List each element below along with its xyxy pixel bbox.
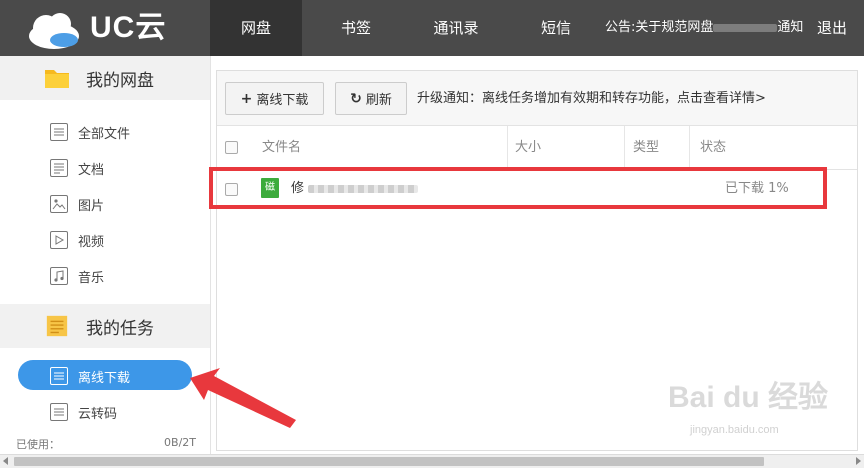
main-nav: 网盘 书签 通讯录 短信 [210,0,602,56]
video-icon [50,231,68,249]
tab-netdisk[interactable]: 网盘 [210,0,302,56]
tab-bookmarks[interactable]: 书签 [310,0,402,56]
blurred-text [713,23,778,32]
sidebar-item-label: 文档 [78,162,105,178]
sidebar-item-label: 离线下载 [78,370,131,386]
sidebar-item-label: 图片 [78,198,105,214]
sidebar-item-images[interactable]: 图片 [0,186,210,222]
table-header: 文件名 大小 类型 状态 [217,126,857,170]
sidebar-item-label: 全部文件 [78,126,131,142]
column-divider [507,126,508,170]
uc-cloud-logo[interactable]: UC云 [20,6,200,50]
sidebar-item-videos[interactable]: 视频 [0,222,210,258]
sidebar-item-documents[interactable]: 文档 [0,150,210,186]
scroll-left-arrow-icon[interactable] [3,457,8,465]
scroll-right-arrow-icon[interactable] [856,457,861,465]
column-header-status[interactable]: 状态 [700,126,726,170]
my-disk-header[interactable]: 我的网盘 [0,56,210,100]
column-header-type[interactable]: 类型 [633,126,659,170]
watermark-url: jingyan.baidu.com [690,424,779,436]
list-icon [50,123,68,141]
sidebar-item-music[interactable]: 音乐 [0,258,210,294]
highlight-box [209,167,827,209]
sidebar-item-label: 云转码 [78,406,118,422]
toolbar: + 离线下载 ↻ 刷新 升级通知：离线任务增加有效期和转存功能，点击查看详情> [217,71,857,126]
logo-text: UC云 [90,11,167,44]
offline-download-label: 离线下载 [256,93,309,108]
task-list: 离线下载 云转码 [0,348,210,430]
horizontal-scrollbar[interactable] [0,454,864,468]
sidebar-item-all-files[interactable]: 全部文件 [0,114,210,150]
notepad-icon [46,315,68,337]
usage-value: 0B/2T [164,436,196,449]
baidu-watermark: Bai du 经验 jingyan.baidu.com [668,372,838,452]
offline-download-button[interactable]: + 离线下载 [225,82,324,115]
select-all-checkbox[interactable] [225,141,238,154]
refresh-icon: ↻ [350,90,362,107]
column-divider [624,126,625,170]
my-disk-title: 我的网盘 [86,70,154,91]
sidebar-item-offline-download[interactable]: 离线下载 [0,358,210,394]
sidebar-item-label: 音乐 [78,270,105,286]
announcement-suffix: 通知 [777,20,804,35]
cloud-logo-icon [29,13,79,49]
announcement-prefix: 公告:关于规范网盘 [605,20,714,35]
folder-icon [45,70,69,88]
image-icon [50,195,68,213]
column-header-filename[interactable]: 文件名 [262,126,301,170]
sidebar-item-label: 视频 [78,234,105,250]
my-tasks-title: 我的任务 [86,318,154,339]
refresh-button[interactable]: ↻ 刷新 [335,82,407,115]
tab-contacts[interactable]: 通讯录 [410,0,502,56]
disk-category-list: 全部文件 文档 图片 视频 音乐 [0,100,210,294]
refresh-label: 刷新 [365,93,392,108]
sidebar-item-cloud-transcode[interactable]: 云转码 [0,394,210,430]
storage-usage: 已使用： 0B/2T [16,436,196,452]
my-tasks-header[interactable]: 我的任务 [0,304,210,348]
tab-sms[interactable]: 短信 [510,0,602,56]
list-icon [50,367,68,385]
sidebar: 我的网盘 全部文件 文档 图片 视频 音乐 我的任务 离线下载 云转码 已使用：… [0,56,211,454]
music-icon [50,267,68,285]
watermark-text: Bai du 经验 [668,381,829,414]
usage-label: 已使用： [16,438,60,451]
column-header-size[interactable]: 大小 [515,126,541,170]
upgrade-notice-link[interactable]: 升级通知：离线任务增加有效期和转存功能，点击查看详情> [417,71,766,126]
list-icon [50,403,68,421]
column-divider [689,126,690,170]
plus-icon: + [240,90,253,107]
top-bar: UC云 网盘 书签 通讯录 短信 公告:关于规范网盘 通知 退出 [0,0,864,56]
logout-button[interactable]: 退出 [817,0,847,56]
scrollbar-thumb[interactable] [14,457,764,466]
announcement-link[interactable]: 公告:关于规范网盘 通知 [605,0,815,56]
document-icon [50,159,68,177]
